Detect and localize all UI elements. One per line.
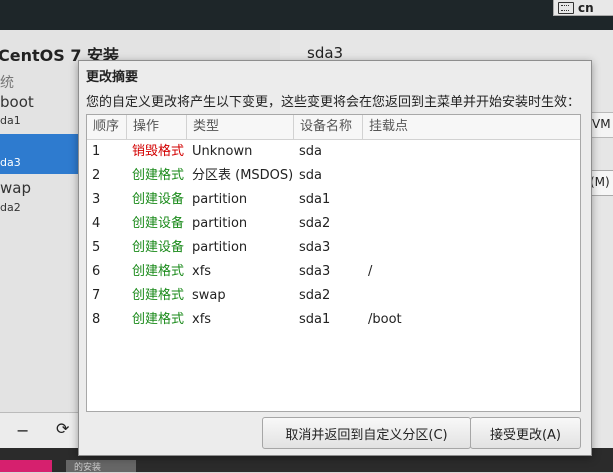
cell-action: 销毁格式 bbox=[132, 144, 185, 159]
table-row[interactable]: 7 创建格式 swap sda2 bbox=[87, 284, 580, 308]
cancel-return-button[interactable]: 取消并返回到自定义分区(C) bbox=[262, 417, 471, 449]
change-summary-dialog: 更改摘要 您的自定义更改将产生以下变更，这些变更将会在您返回到主菜单并开始安装时… bbox=[78, 60, 592, 456]
cell-action: 创建格式 bbox=[132, 312, 185, 327]
cell-mount bbox=[363, 140, 585, 164]
table-row[interactable]: 5 创建设备 partition sda3 bbox=[87, 236, 580, 260]
cell-action: 创建设备 bbox=[132, 216, 185, 231]
dialog-title: 更改摘要 bbox=[86, 70, 139, 85]
column-header-order[interactable]: 顺序 bbox=[87, 115, 127, 139]
cell-device: sda1 bbox=[299, 192, 331, 207]
cell-order: 1 bbox=[92, 144, 101, 159]
cell-action: 创建格式 bbox=[132, 264, 185, 279]
cell-device: sda3 bbox=[299, 264, 331, 279]
mountpoint-boot-device: da1 bbox=[0, 114, 21, 127]
cell-action: 创建格式 bbox=[132, 288, 185, 303]
cell-type: swap bbox=[192, 288, 226, 303]
column-header-action[interactable]: 操作 bbox=[127, 115, 187, 139]
dialog-description: 您的自定义更改将产生以下变更，这些变更将会在您返回到主菜单并开始安装时生效： bbox=[86, 95, 581, 110]
cell-device: sda2 bbox=[299, 216, 331, 231]
table-header: 顺序 操作 类型 设备名称 挂载点 bbox=[87, 115, 580, 140]
bottom-bar-tab: 的安装 bbox=[66, 460, 136, 473]
mountpoint-swap-device: da2 bbox=[0, 201, 21, 214]
cell-action: 创建格式 bbox=[132, 168, 185, 183]
cell-type: partition bbox=[192, 216, 248, 231]
table-row[interactable]: 2 创建格式 分区表 (MSDOS) sda bbox=[87, 164, 580, 188]
cell-order: 3 bbox=[92, 192, 101, 207]
cell-order: 5 bbox=[92, 240, 101, 255]
cell-order: 2 bbox=[92, 168, 101, 183]
bottom-bar-tab-label: 的安装 bbox=[74, 463, 102, 473]
remove-mountpoint-icon[interactable]: − bbox=[16, 421, 29, 440]
cell-type: xfs bbox=[192, 264, 212, 279]
cell-mount bbox=[363, 212, 585, 236]
cell-mount bbox=[363, 284, 585, 308]
keyboard-layout-label: cn bbox=[578, 0, 594, 15]
cell-type: 分区表 (MSDOS) bbox=[192, 168, 294, 183]
cell-mount: / bbox=[368, 264, 373, 279]
cell-type: partition bbox=[192, 192, 248, 207]
size-unit-text: (M) bbox=[590, 175, 610, 189]
mountpoint-toolbar: − ⟳ bbox=[0, 412, 78, 449]
device-field-text: VM bbox=[592, 117, 611, 131]
cell-device: sda bbox=[299, 168, 322, 183]
cell-type: Unknown bbox=[192, 144, 253, 159]
cell-type: xfs bbox=[192, 312, 212, 327]
top-bar bbox=[0, 0, 613, 30]
mountpoint-group-label: 统 bbox=[0, 75, 14, 91]
keyboard-layout-indicator[interactable]: cn bbox=[553, 0, 613, 16]
column-header-type[interactable]: 类型 bbox=[187, 115, 294, 139]
table-row[interactable]: 8 创建格式 xfs sda1/boot bbox=[87, 308, 580, 332]
cell-order: 8 bbox=[92, 312, 101, 327]
cell-type: partition bbox=[192, 240, 248, 255]
cell-device: sda3 bbox=[299, 240, 331, 255]
mountpoint-root-device: da3 bbox=[0, 156, 21, 169]
mountpoint-swap[interactable]: wap bbox=[0, 179, 31, 197]
cell-mount bbox=[363, 188, 585, 212]
table-row[interactable]: 4 创建设备 partition sda2 bbox=[87, 212, 580, 236]
cell-device: sda1 bbox=[299, 312, 331, 327]
column-header-mountpoint[interactable]: 挂载点 bbox=[363, 115, 580, 139]
cell-device: sda bbox=[299, 144, 322, 159]
mountpoint-boot[interactable]: boot bbox=[0, 93, 34, 111]
cell-mount: /boot bbox=[368, 312, 402, 327]
cell-order: 4 bbox=[92, 216, 101, 231]
table-row[interactable]: 1 销毁格式 Unknown sda bbox=[87, 140, 580, 164]
cell-order: 7 bbox=[92, 288, 101, 303]
table-row[interactable]: 6 创建格式 xfs sda3 / bbox=[87, 260, 580, 284]
table-row[interactable]: 3 创建设备 partition sda1 bbox=[87, 188, 580, 212]
cell-action: 创建设备 bbox=[132, 192, 185, 207]
accept-changes-button[interactable]: 接受更改(A) bbox=[470, 417, 581, 449]
cell-action: 创建设备 bbox=[132, 240, 185, 255]
column-header-device[interactable]: 设备名称 bbox=[294, 115, 363, 139]
cell-order: 6 bbox=[92, 264, 101, 279]
cell-mount bbox=[363, 236, 585, 260]
cell-mount bbox=[363, 164, 585, 188]
keyboard-icon bbox=[558, 1, 574, 14]
refresh-icon[interactable]: ⟳ bbox=[56, 419, 69, 438]
changes-table: 顺序 操作 类型 设备名称 挂载点 1 销毁格式 Unknown sda 2 创建格式 分区… bbox=[86, 114, 581, 412]
bottom-bar-accent bbox=[0, 460, 52, 472]
cell-device: sda2 bbox=[299, 288, 331, 303]
